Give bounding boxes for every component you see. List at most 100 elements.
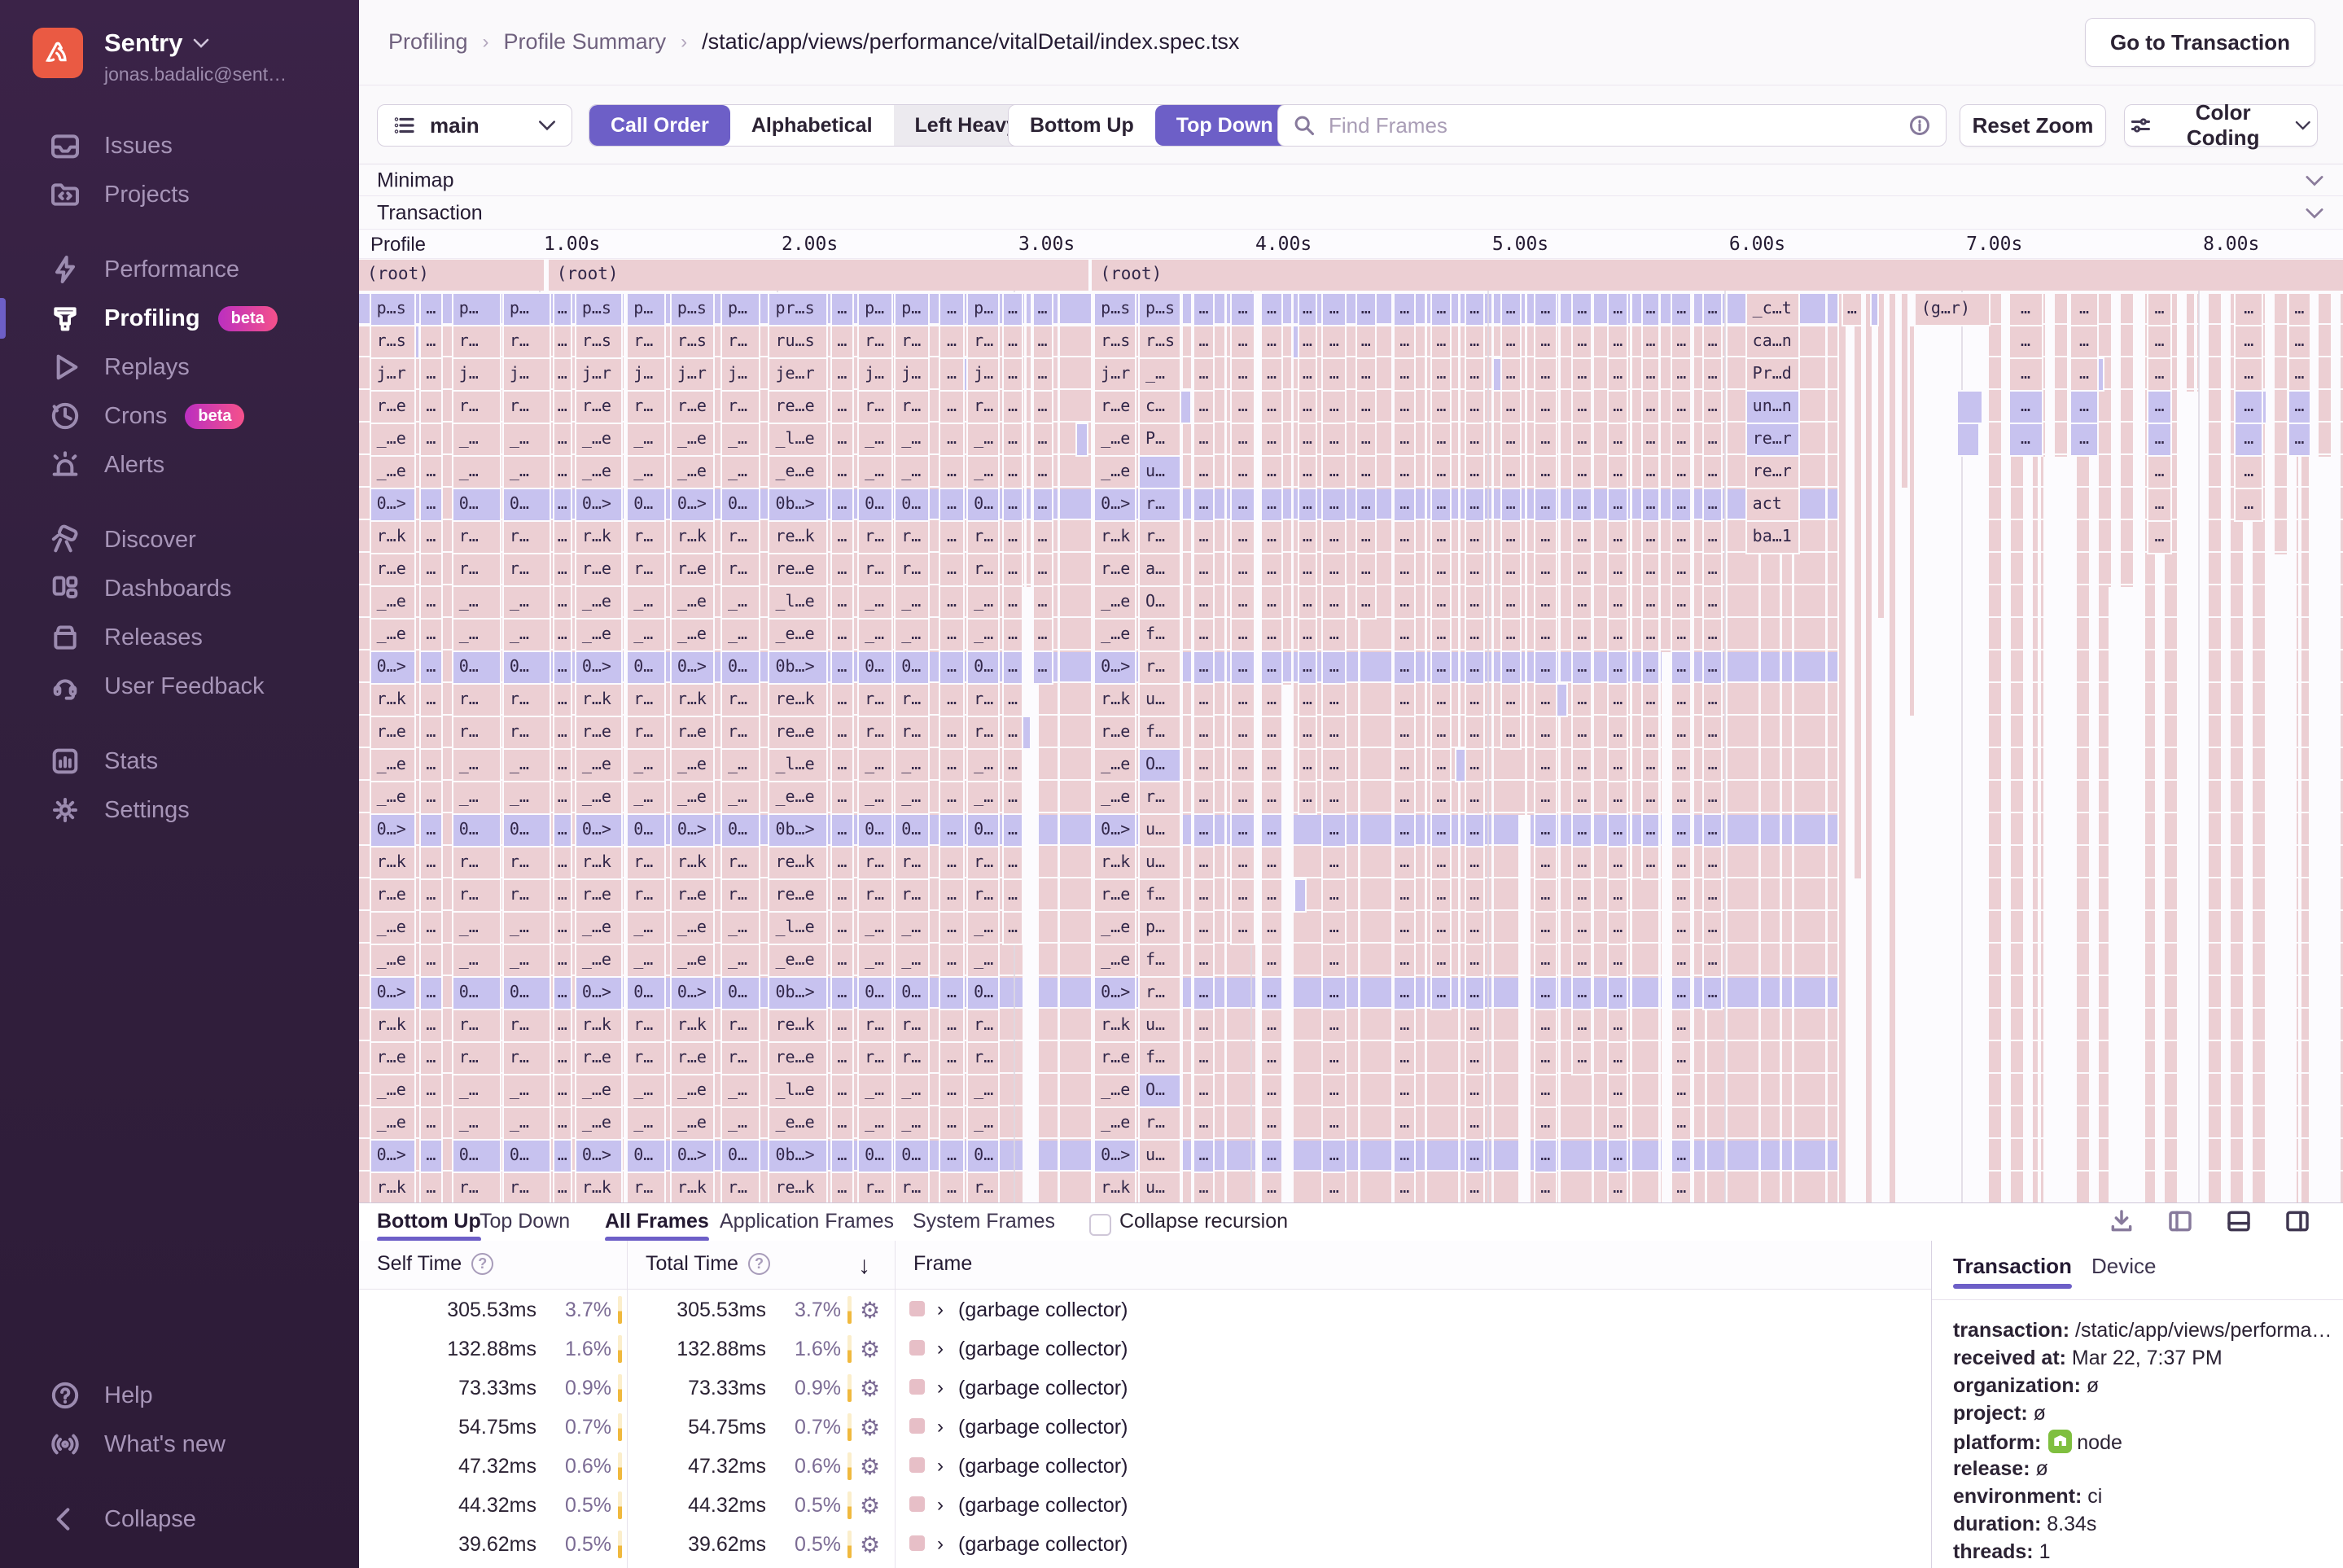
flame-frame[interactable]: r…k [576,1173,621,1202]
flame-frame[interactable]: … [1004,359,1022,390]
flame-frame[interactable]: _… [968,1075,998,1106]
expand-row-chevron-icon[interactable]: › [937,1338,944,1360]
flame-frame[interactable]: r… [896,880,929,911]
flame-frame[interactable]: … [1395,522,1415,553]
flame-frame[interactable]: … [554,880,571,911]
flame-frame[interactable]: … [1193,945,1214,976]
flame-frame[interactable]: p…s [671,294,713,325]
flame-frame[interactable]: … [1033,489,1052,520]
flame-frame[interactable]: … [1323,848,1346,878]
flame-frame[interactable]: r…e [576,1043,621,1074]
flame-frame[interactable]: … [832,685,852,716]
flame-frame[interactable]: … [1672,326,1691,357]
flame-frame[interactable]: r…k [1095,685,1135,716]
flame-frame[interactable]: … [1704,359,1721,390]
flame-frame[interactable]: j…r [1095,359,1135,390]
flame-frame[interactable]: … [1193,1075,1214,1106]
flame-frame[interactable]: … [1672,848,1691,878]
flame-frame[interactable]: … [1004,392,1022,423]
flame-frame[interactable]: … [1004,294,1022,325]
flame-frame[interactable]: … [420,848,442,878]
tab-top-down[interactable]: Top Down [480,1210,570,1233]
flame-frame[interactable]: … [1573,587,1592,618]
flame-frame[interactable]: … [1299,620,1316,650]
flame-frame[interactable]: … [1704,782,1721,813]
flame-frame[interactable]: … [1672,1075,1691,1106]
flame-frame[interactable]: … [1535,782,1556,813]
flame-frame[interactable]: … [1261,326,1282,357]
flame-frame[interactable]: re…k [769,1173,826,1202]
flame-frame[interactable]: r… [859,392,892,423]
flame-frame[interactable]: … [1501,489,1520,520]
flame-frame[interactable]: … [2236,392,2262,423]
flame-frame[interactable]: … [1261,522,1282,553]
flame-frame[interactable]: … [1704,620,1721,650]
flame-frame[interactable]: … [1323,326,1346,357]
flame-frame[interactable]: 0… [503,815,550,846]
flame-frame[interactable]: r… [453,554,501,585]
flame-frame[interactable]: … [1609,848,1627,878]
flame-frame[interactable]: _… [628,945,665,976]
flame-frame[interactable]: … [1465,294,1483,325]
flame-frame[interactable]: … [1004,880,1022,911]
flame-frame[interactable]: … [1465,1010,1483,1041]
flame-frame[interactable]: … [832,750,852,781]
flame-frame[interactable]: … [1323,587,1346,618]
flame-frame[interactable]: r…k [671,1010,713,1041]
flame-frame[interactable]: _l…e [769,913,826,944]
flame-frame[interactable]: … [1609,815,1627,846]
flame-frame[interactable]: r…k [671,685,713,716]
flame-frame[interactable]: r… [453,717,501,748]
flame-frame[interactable]: a… [1139,554,1180,585]
flame-frame[interactable]: … [554,945,571,976]
direction-bottom-up-button[interactable]: Bottom Up [1009,105,1155,146]
flame-frame[interactable]: … [1395,685,1415,716]
flame-frame[interactable]: … [940,782,964,813]
flame-frame[interactable]: _… [968,782,998,813]
flame-frame[interactable]: … [1535,1075,1556,1106]
flame-frame[interactable]: … [554,554,571,585]
flame-frame[interactable]: … [1033,554,1052,585]
flame-frame[interactable]: … [1432,652,1451,683]
flame-frame[interactable]: _… [896,457,929,488]
flame-frame[interactable]: … [554,913,571,944]
flame-frame[interactable]: 0… [721,489,760,520]
flame-frame[interactable]: … [1501,359,1520,390]
chevron-down-icon[interactable] [2304,174,2325,187]
flame-frame[interactable]: … [554,489,571,520]
flame-frame[interactable]: _… [503,620,550,650]
flame-frame[interactable]: … [1232,554,1255,585]
flame-frame[interactable]: … [2148,294,2170,325]
flame-frame[interactable]: r… [503,880,550,911]
flame-frame[interactable]: … [832,913,852,944]
flame-frame[interactable]: r… [453,685,501,716]
frame-settings-gear-icon[interactable]: ⚙ [860,1492,880,1519]
flame-frame[interactable]: r…e [671,392,713,423]
flame-frame[interactable]: … [1609,1043,1627,1074]
flame-frame[interactable]: r… [896,1173,929,1202]
flame-frame[interactable]: … [554,620,571,650]
flame-frame[interactable]: 0… [503,978,550,1009]
flame-frame[interactable]: … [940,1173,964,1202]
flame-frame[interactable]: r… [628,685,665,716]
flame-frame[interactable]: … [1193,815,1214,846]
flame-frame[interactable]: … [1261,945,1282,976]
flame-frame[interactable]: … [832,457,852,488]
expand-row-chevron-icon[interactable]: › [937,1377,944,1399]
flame-frame[interactable]: … [420,1141,442,1172]
flame-frame[interactable]: … [1642,392,1659,423]
flame-frame[interactable]: … [1193,1043,1214,1074]
flame-frame[interactable]: … [1033,359,1052,390]
flame-frame[interactable]: … [1261,978,1282,1009]
flame-frame[interactable]: r… [859,1010,892,1041]
table-row[interactable]: 54.75ms 0.7% 54.75ms 0.7% ⚙ › (garbage collect… [359,1408,1931,1447]
flame-frame[interactable]: r…e [1095,880,1135,911]
flame-frame[interactable]: … [554,652,571,683]
flame-frame[interactable]: … [1004,457,1022,488]
flame-frame[interactable]: _… [896,1075,929,1106]
flame-frame[interactable]: … [1609,913,1627,944]
flame-frame[interactable]: O… [1139,587,1180,618]
flame-frame[interactable]: … [1004,685,1022,716]
flame-frame[interactable]: _…e [1095,587,1135,618]
flame-frame[interactable]: … [1193,424,1214,455]
